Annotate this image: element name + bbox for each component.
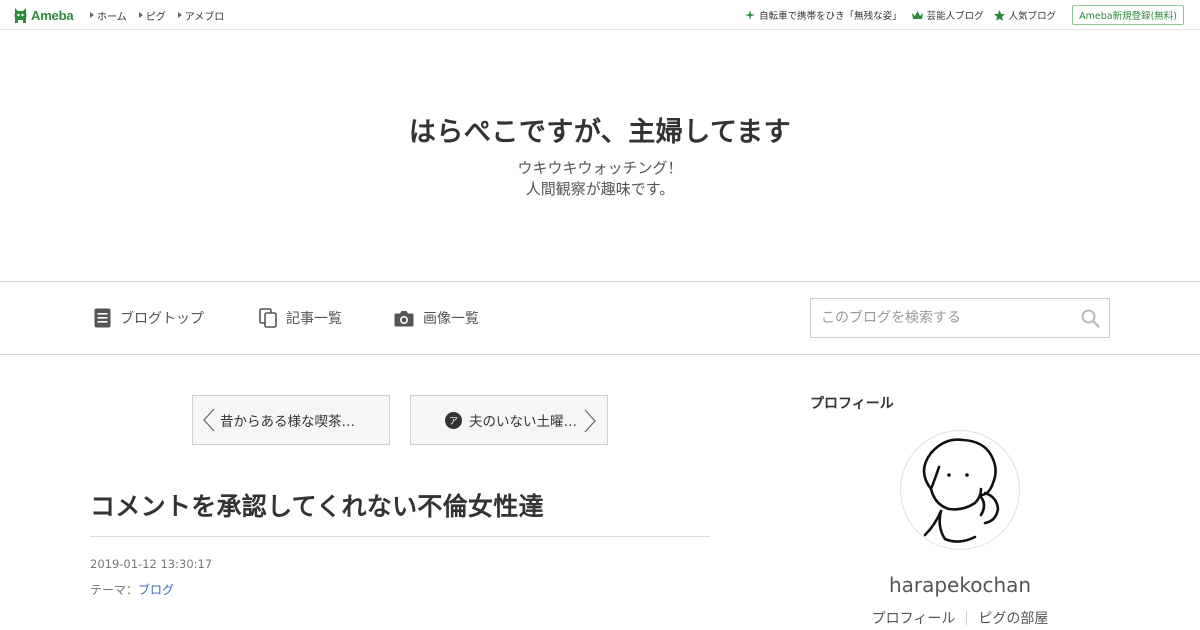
camera-icon [394, 310, 414, 326]
nav-pigg-link[interactable]: ピグ [138, 8, 166, 23]
article-theme: テーマ：ブログ [90, 581, 174, 598]
blog-search [810, 298, 1110, 338]
copy-icon [259, 308, 277, 328]
nav-amebro-label: アメブロ [184, 11, 225, 23]
nav-amebro-link[interactable]: アメブロ [177, 8, 225, 23]
chevron-right-icon [584, 409, 596, 433]
popular-blog-link[interactable]: 人気ブログ [993, 8, 1057, 22]
nav-pigg-label: ピグ [145, 11, 166, 23]
prev-entry-button[interactable]: 昔からある様な喫茶… [192, 395, 390, 445]
crown-icon [911, 10, 923, 19]
profile-links: プロフィール ピグの部屋 [810, 608, 1110, 628]
avatar[interactable] [900, 430, 1020, 550]
article-datetime: 2019-01-12 13:30:17 [90, 557, 213, 571]
blog-search-input[interactable] [811, 299, 1071, 337]
document-icon [94, 308, 111, 328]
avatar-drawing [922, 438, 1000, 543]
celeb-blog-link[interactable]: 芸能人ブログ [911, 8, 984, 22]
blog-top-link[interactable]: ブログトップ [94, 308, 204, 328]
trending-news-link[interactable]: 自転車で携帯をひき「無残な姿」 [745, 8, 902, 22]
register-button[interactable]: Ameba新規登録(無料) [1072, 5, 1184, 25]
global-nav: ホーム ピグ アメブロ [90, 0, 236, 30]
blog-nav: ブログトップ 記事一覧 画像一覧 [0, 281, 1200, 355]
profile-username[interactable]: harapekochan [810, 573, 1110, 597]
next-entry-button[interactable]: ア 夫のいない土曜… [410, 395, 608, 445]
trending-news-text: 自転車で携帯をひき「無残な姿」 [759, 11, 902, 22]
search-icon[interactable] [1081, 309, 1100, 328]
blog-title[interactable]: はらぺこですが、主婦してます [0, 110, 1200, 149]
star-icon [993, 9, 1005, 21]
profile-link[interactable]: プロフィール [872, 608, 956, 628]
caret-right-icon [138, 12, 143, 18]
ameba-logo[interactable]: Ameba [13, 6, 74, 24]
logo-text: Ameba [31, 7, 74, 23]
header-right-links: 自転車で携帯をひき「無残な姿」 芸能人ブログ 人気ブログ Ameba新規登録(無… [735, 0, 1184, 30]
theme-link[interactable]: ブログ [138, 583, 174, 597]
entry-list-label: 記事一覧 [286, 311, 342, 327]
celeb-blog-label: 芸能人ブログ [926, 11, 984, 22]
chevron-left-icon [203, 408, 215, 432]
prev-entry-title: 昔からある様な喫茶… [220, 414, 355, 430]
ameba-logo-icon [14, 8, 27, 23]
nav-home-link[interactable]: ホーム [90, 8, 127, 23]
blog-description-line1: ウキウキウォッチング！ [517, 159, 683, 177]
pigg-room-link[interactable]: ピグの部屋 [978, 608, 1048, 628]
image-list-link[interactable]: 画像一覧 [394, 308, 479, 328]
link-separator [966, 611, 968, 625]
amember-badge-icon: ア [445, 411, 462, 429]
global-header: Ameba ホーム ピグ アメブロ 自転車で携帯をひき「無残な姿」 芸能人ブログ… [0, 0, 1200, 30]
theme-label: テーマ： [90, 583, 139, 597]
blog-description-line2: 人間観察が趣味です。 [525, 180, 675, 198]
blog-top-label: ブログトップ [120, 311, 204, 327]
caret-right-icon [177, 12, 182, 18]
profile-heading: プロフィール [810, 396, 894, 412]
popular-blog-label: 人気ブログ [1008, 11, 1057, 22]
image-list-label: 画像一覧 [423, 311, 479, 327]
sparkle-icon [745, 10, 756, 20]
nav-home-label: ホーム [97, 11, 127, 23]
article-title[interactable]: コメントを承認してくれない不倫女性達 [90, 487, 544, 523]
divider [90, 536, 710, 537]
blog-description: ウキウキウォッチング！ 人間観察が趣味です。 [0, 158, 1200, 200]
next-entry-title: 夫のいない土曜… [469, 414, 577, 430]
caret-right-icon [90, 12, 94, 18]
entry-list-link[interactable]: 記事一覧 [259, 308, 342, 328]
